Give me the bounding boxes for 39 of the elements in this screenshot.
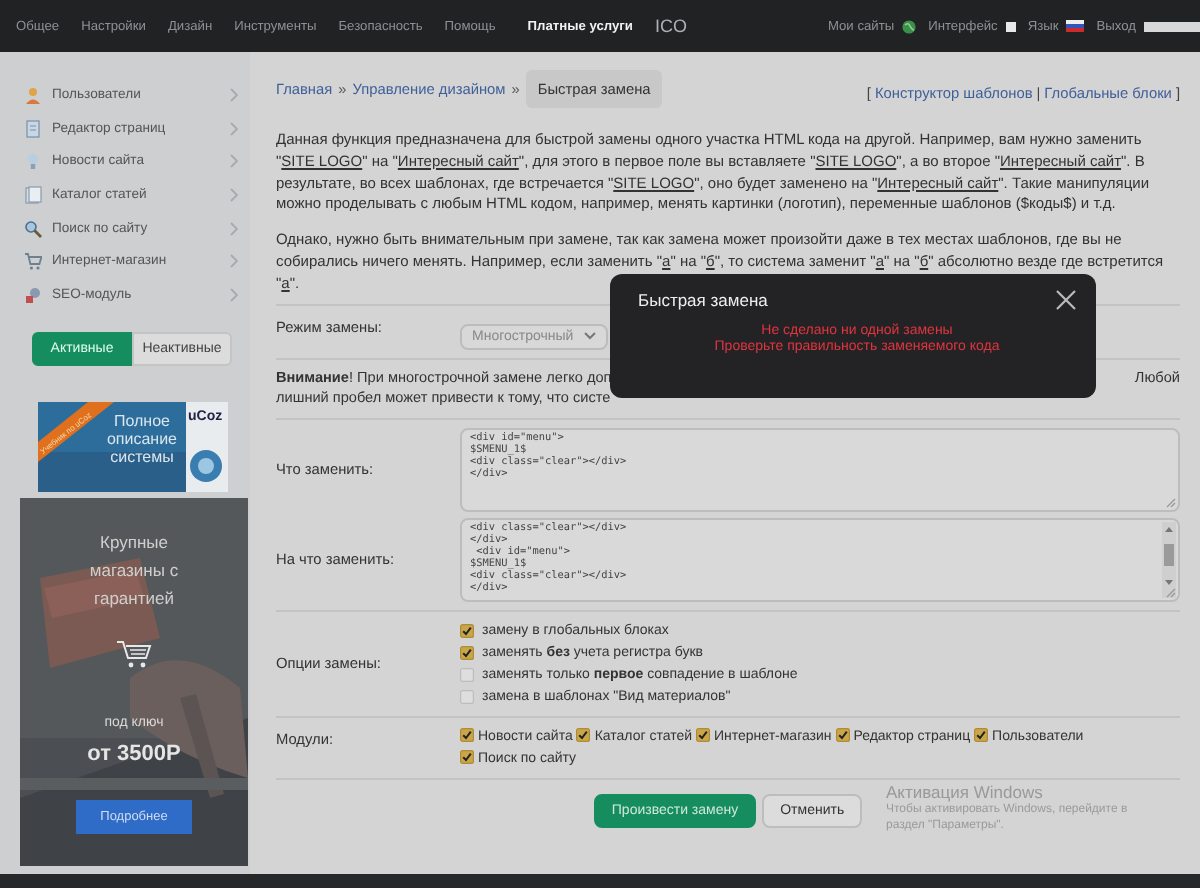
ad-title: Крупные магазины с гарантией <box>87 529 181 612</box>
checkbox-checked[interactable] <box>576 728 591 743</box>
checkbox-checked[interactable] <box>974 728 989 743</box>
page-icon <box>24 119 42 138</box>
chevron-icon <box>230 221 238 236</box>
logo-text[interactable]: ICO <box>654 16 687 36</box>
price-text: от 3500Р <box>87 741 181 766</box>
checkbox-unchecked[interactable] <box>460 690 474 705</box>
checkbox-checked[interactable] <box>835 728 850 743</box>
chevron-icon <box>230 87 238 102</box>
chevron-icon <box>230 121 238 136</box>
globe-icon <box>902 19 917 33</box>
account-bar-icon <box>1144 21 1200 31</box>
square-icon <box>1005 21 1016 31</box>
chevron-icon <box>230 154 238 169</box>
checkbox-checked[interactable] <box>460 623 474 638</box>
dialog-title: Быстрая замена <box>638 290 768 310</box>
caret-icon <box>583 332 596 341</box>
checkbox-checked[interactable] <box>695 728 710 743</box>
banner-text: Полное описание системы <box>104 411 180 466</box>
flag-icon <box>1066 20 1085 32</box>
checkbox-checked[interactable] <box>460 750 474 765</box>
scrollbar <box>1162 521 1176 598</box>
checkbox-checked[interactable] <box>460 728 474 743</box>
chevron-icon <box>230 254 238 269</box>
documents-icon <box>24 185 42 204</box>
checkbox-checked[interactable] <box>460 645 474 660</box>
user-icon <box>24 85 42 104</box>
resize-grip-icon <box>1164 585 1176 598</box>
cart-icon <box>24 252 42 271</box>
close-icon[interactable] <box>1056 290 1076 310</box>
chevron-icon <box>230 287 238 302</box>
checkbox-unchecked[interactable] <box>460 668 474 683</box>
chevron-icon <box>230 187 238 202</box>
lightbulb-icon <box>24 152 42 171</box>
cart-icon <box>116 639 152 670</box>
resize-grip-icon <box>1164 495 1176 508</box>
search-icon <box>24 219 42 238</box>
activation-title: Активация Windows <box>886 782 1045 802</box>
